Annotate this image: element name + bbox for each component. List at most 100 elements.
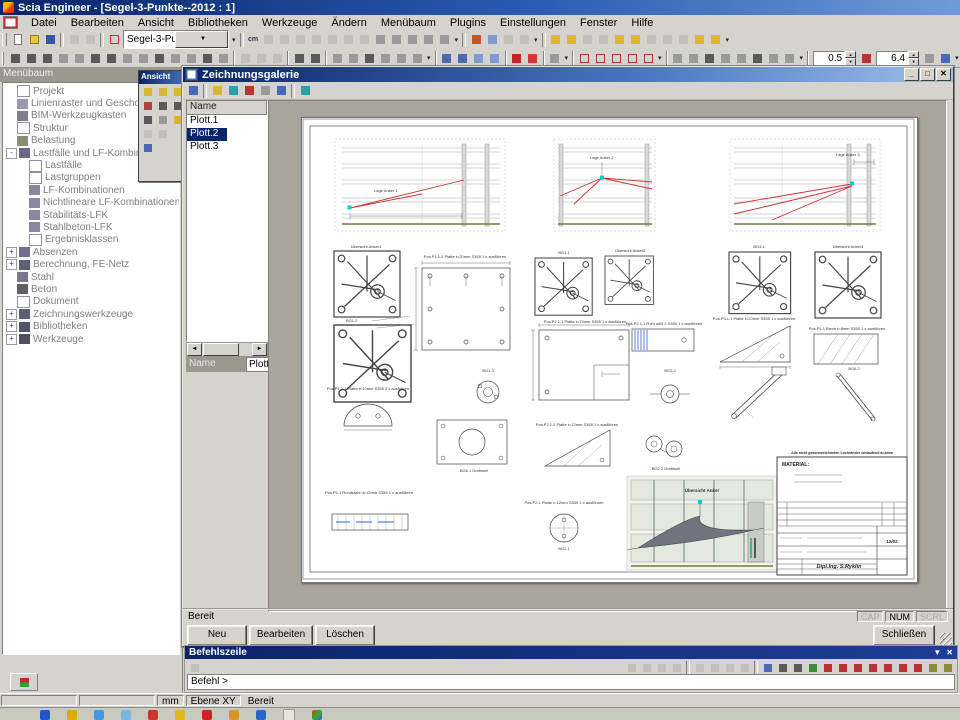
scale-spinner-value[interactable]: 0.5 (813, 51, 845, 66)
dropdown-more-icon[interactable]: ▾ (565, 54, 569, 62)
snap-quad-icon[interactable] (881, 661, 895, 675)
level-tool-icon[interactable] (216, 51, 231, 66)
cursor-icon[interactable] (188, 661, 202, 675)
select-all-icon[interactable] (308, 51, 323, 66)
join-icon[interactable] (410, 51, 425, 66)
snap-center-icon[interactable] (866, 661, 880, 675)
section-template-icon[interactable] (580, 32, 595, 47)
copy-multi-icon[interactable] (330, 51, 345, 66)
array-icon[interactable] (346, 51, 361, 66)
project-combobox[interactable]: Segel-3-Punkte--2012 ▼ (123, 30, 229, 49)
rotate-view-icon[interactable] (141, 127, 155, 141)
list-item[interactable]: Plott.3 (187, 141, 267, 154)
save-icon[interactable] (43, 32, 58, 47)
cut-icon[interactable] (293, 32, 308, 47)
mesh-icon[interactable] (501, 32, 516, 47)
snap-midpoint-icon[interactable] (693, 661, 707, 675)
shell-tool-icon[interactable] (88, 51, 103, 66)
draw-line-icon[interactable] (577, 51, 592, 66)
scroll-left-icon[interactable]: ◄ (187, 343, 202, 356)
tree-item-stabilitaets-lfk[interactable]: Stabilitäts-LFK (3, 209, 179, 221)
list-item[interactable]: Plott.1 (187, 115, 267, 128)
expand-icon[interactable]: + (6, 334, 17, 345)
toolbar-grip[interactable] (2, 52, 4, 65)
window-view-icon[interactable] (471, 51, 486, 66)
zoom-select-icon[interactable] (485, 32, 500, 47)
sidebar-dock-tab[interactable] (10, 673, 38, 691)
mirror-icon[interactable] (270, 51, 285, 66)
list-item-selected[interactable]: Plott.2 (187, 128, 227, 141)
rotate-icon[interactable] (254, 51, 269, 66)
snap-edge-icon[interactable] (836, 661, 850, 675)
move-icon[interactable] (238, 51, 253, 66)
calc-icon[interactable] (421, 32, 436, 47)
dropdown-more-icon[interactable]: ▾ (232, 36, 236, 44)
extend-icon[interactable] (378, 51, 393, 66)
snap-intersect-icon[interactable] (670, 661, 684, 675)
view-3d-cube-icon[interactable] (141, 141, 155, 155)
gallery-preview-pane[interactable]: Lage Anker 1 Lage Anke (268, 100, 947, 612)
preview-icon[interactable] (277, 32, 292, 47)
print-icon[interactable] (258, 83, 273, 98)
menu-einstellungen[interactable]: Einstellungen (493, 16, 573, 30)
support-tool-icon[interactable] (152, 51, 167, 66)
tree-item-absenzen[interactable]: +Absenzen (3, 246, 179, 258)
results-icon[interactable] (517, 32, 532, 47)
dropdown-more-icon[interactable]: ▾ (455, 36, 459, 44)
toolbar-grip[interactable] (2, 33, 7, 46)
send-icon[interactable] (525, 51, 540, 66)
scroll-thumb[interactable] (203, 343, 239, 356)
layer-icon[interactable] (670, 51, 685, 66)
tree-item-zeichnungswerkzeuge[interactable]: +Zeichnungswerkzeuge (3, 308, 179, 320)
dropdown-more-icon[interactable]: ▾ (726, 36, 730, 44)
tree-item-berechnung[interactable]: +Berechnung, FE-Netz (3, 258, 179, 270)
snap-spinner-value[interactable]: 6.4 (876, 51, 908, 66)
print-icon[interactable] (261, 32, 276, 47)
edit-button[interactable]: Bearbeiten (249, 625, 313, 646)
beam-tool-icon[interactable] (24, 51, 39, 66)
load-tool-icon[interactable] (136, 51, 151, 66)
wall-tool-icon[interactable] (72, 51, 87, 66)
expand-icon[interactable]: + (6, 309, 17, 320)
dropdown-more-icon[interactable]: ▾ (534, 36, 538, 44)
expand-icon[interactable]: + (6, 321, 17, 332)
section-template-icon[interactable] (660, 32, 675, 47)
tree-item-ergebnisklassen[interactable]: Ergebnisklassen (3, 234, 179, 246)
hatch-icon[interactable] (686, 51, 701, 66)
zoom-in-icon[interactable] (156, 99, 170, 113)
close-icon[interactable]: ✕ (936, 68, 951, 81)
snap-cursor-icon[interactable] (761, 661, 775, 675)
menu-fenster[interactable]: Fenster (573, 16, 624, 30)
snap-node-icon[interactable] (821, 661, 835, 675)
taskbar-icon[interactable] (175, 710, 185, 720)
node-tool-icon[interactable] (8, 51, 23, 66)
break-icon[interactable] (394, 51, 409, 66)
dropdown-more-icon[interactable]: ▾ (658, 54, 662, 62)
snap-tangent-icon[interactable] (723, 661, 737, 675)
rib-tool-icon[interactable] (104, 51, 119, 66)
menu-menuebaum[interactable]: Menübaum (374, 16, 443, 30)
spin-up-icon[interactable]: ▲ (845, 51, 856, 59)
mdi-document-icon[interactable] (3, 16, 18, 29)
edit-icon[interactable] (210, 83, 225, 98)
section-template-icon[interactable] (548, 32, 563, 47)
status-plane[interactable]: Ebene XY (186, 695, 241, 706)
tree-item-beton[interactable]: Beton (3, 283, 179, 295)
menu-hilfe[interactable]: Hilfe (624, 16, 660, 30)
snap-ext-icon[interactable] (911, 661, 925, 675)
scale-icon[interactable] (766, 51, 781, 66)
image-icon[interactable] (389, 32, 404, 47)
view-axo-icon[interactable] (141, 85, 155, 99)
taskbar-icon[interactable] (40, 710, 50, 720)
taskbar-icon[interactable] (229, 710, 239, 720)
delete-button[interactable]: Löschen (315, 625, 375, 646)
snap-endpoint-icon[interactable] (640, 661, 654, 675)
snap-point-icon[interactable] (806, 661, 820, 675)
list-header-name[interactable]: Name (187, 101, 267, 115)
command-panel-header[interactable]: Befehlszeile ▼ ✕ (185, 646, 957, 659)
menu-datei[interactable]: Datei (24, 16, 64, 30)
snap-nearest-icon[interactable] (738, 661, 752, 675)
taskbar-icon[interactable] (312, 710, 322, 720)
section-template-icon[interactable] (628, 32, 643, 47)
spin-up-icon[interactable]: ▲ (908, 51, 919, 59)
